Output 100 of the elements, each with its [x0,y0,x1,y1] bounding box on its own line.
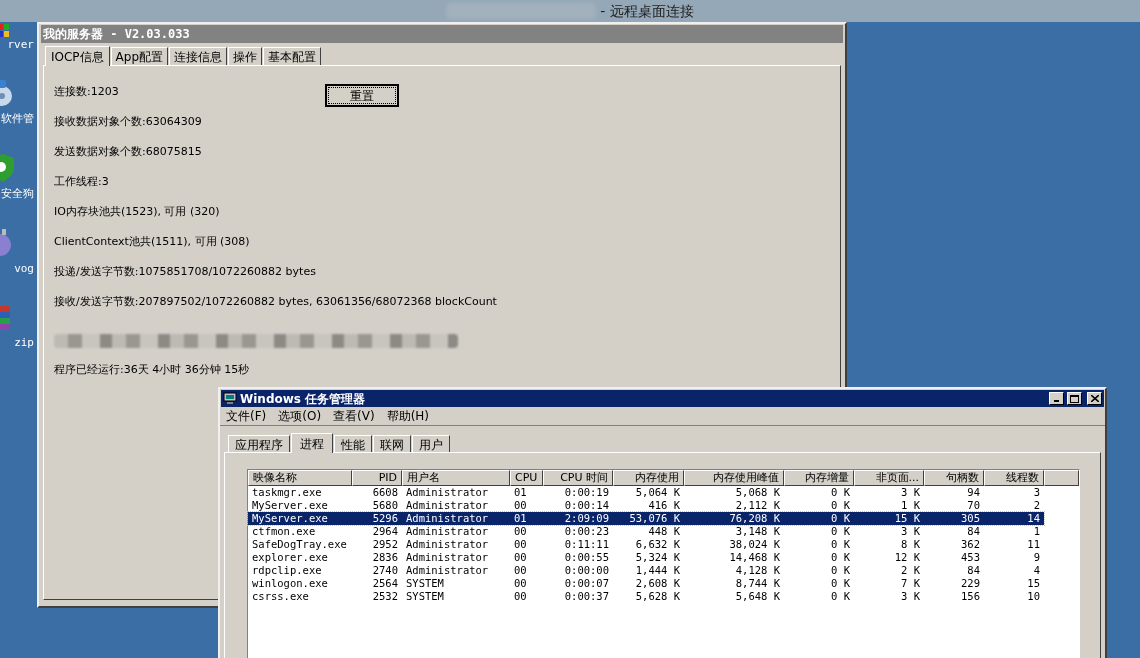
icon-label: rver [7,38,34,51]
minimize-button[interactable] [1049,392,1064,405]
table-cell-text: MyServer.exe [251,499,329,512]
stat-text: 投递/发送字节数:1075851708/1072260882 bytes [54,264,316,280]
column-header[interactable]: 内存使用峰值 [684,470,784,486]
table-cell-text: 2740 [371,564,399,577]
column-header[interactable]: PID [352,470,402,486]
table-cell-text: 0 K [830,525,851,538]
table-cell-text: 156 [960,590,981,603]
stat-text: ClientContext池共(1511), 可用 (308) [54,234,250,250]
tab[interactable]: IOCP信息 [45,46,110,66]
table-cell-text: rdpclip.exe [251,564,323,577]
table-cell-text: 84 [966,564,981,577]
table-cell-text: 2532 [371,590,399,603]
process-row[interactable]: MyServer.exe 5296 Administrator 01 2:09:09 53,076 K 76,208 K 0 K 15 K 305 14 [248,512,1044,525]
table-cell-text: Administrator [405,486,490,499]
table-cell-text: 0 K [830,590,851,603]
menu-item[interactable]: 选项(O) [276,407,324,425]
table-cell-text: 5,068 K [734,486,781,499]
stat-text: 发送数据对象个数:68075815 [54,144,202,160]
reset-button[interactable]: 重置 [325,84,399,107]
table-cell-text: 5,648 K [734,590,781,603]
tab[interactable]: 应用程序 [228,435,290,452]
process-row[interactable]: rdpclip.exe 2740 Administrator 00 0:00:00 1,444 K 4,128 K 0 K 2 K 84 4 [248,564,1044,577]
table-cell-text: 0 K [830,577,851,590]
column-header[interactable]: CPU [510,470,543,486]
process-row[interactable]: MyServer.exe 5680 Administrator 00 0:00:14 416 K 2,112 K 0 K 1 K 70 2 [248,499,1044,512]
table-cell-text: 1 K [900,499,921,512]
table-cell-text: 3 K [900,486,921,499]
table-cell-text: SafeDogTray.exe [251,538,348,551]
maximize-button[interactable] [1067,392,1082,405]
column-header[interactable]: 内存增量 [784,470,854,486]
table-cell-text: 416 K [647,499,681,512]
table-cell-text: 2 [1032,499,1041,512]
table-cell-text: 10 [1026,590,1041,603]
table-cell-text: 0 K [830,512,851,525]
table-cell-text: ctfmon.exe [251,525,317,538]
window-title: 我的服务器 - V2.03.033 [43,26,190,43]
icon-label: 软件管 [1,112,34,125]
table-cell-text: 00 [513,590,528,603]
stat-text: 接收/发送字节数:207897502/1072260882 bytes, 63061356/68072368 blockCount [54,294,497,310]
table-cell-text: Administrator [405,499,490,512]
column-header[interactable]: 线程数 [984,470,1044,486]
menu-item[interactable]: 查看(V) [331,407,377,425]
app-icon [0,24,10,38]
table-cell-text: 2:09:09 [563,512,610,525]
table-cell-text: 3 K [900,525,921,538]
table-cell-text: 2 K [900,564,921,577]
table-cell-text: 0:00:07 [563,577,610,590]
table-cell-text: 448 K [647,525,681,538]
table-cell-text: 00 [513,551,528,564]
table-cell-text: 5,628 K [634,590,681,603]
process-row[interactable]: taskmgr.exe 6608 Administrator 01 0:00:19 5,064 K 5,068 K 0 K 3 K 94 3 [248,486,1044,499]
tab[interactable]: 连接信息 [169,47,228,65]
tab[interactable]: 联网 [373,435,411,452]
table-cell-text: csrss.exe [251,590,310,603]
table-cell-text: Administrator [405,564,490,577]
table-cell-text: 0:11:11 [563,538,610,551]
column-header[interactable]: 内存使用 [613,470,684,486]
tab[interactable]: 进程 [291,433,333,453]
process-row[interactable]: explorer.exe 2836 Administrator 00 0:00:55 5,324 K 14,468 K 0 K 12 K 453 9 [248,551,1044,564]
tab[interactable]: 用户 [412,435,450,452]
table-cell-text: 0 K [830,551,851,564]
column-header[interactable]: 句柄数 [924,470,984,486]
menu-item[interactable]: 文件(F) [224,407,269,425]
table-cell-text: 0:00:37 [563,590,610,603]
column-header[interactable]: 映像名称 [248,470,352,486]
table-cell-text: 453 [960,551,981,564]
process-row[interactable]: csrss.exe 2532 SYSTEM 00 0:00:37 5,628 K 5,648 K 0 K 3 K 156 10 [248,590,1044,603]
icon-label: vog [14,262,34,275]
column-header[interactable]: 用户名 [402,470,510,486]
icon-label: zip [14,336,34,349]
tab[interactable]: 性能 [334,435,372,452]
table-cell-text: 76,208 K [728,512,781,525]
table-cell-text: 5296 [371,512,399,525]
table-cell-text: 0 K [830,486,851,499]
disc-icon [0,80,14,108]
process-row[interactable]: ctfmon.exe 2964 Administrator 00 0:00:23 448 K 3,148 K 0 K 3 K 84 1 [248,525,1044,538]
table-cell-text: 2,112 K [734,499,781,512]
table-cell-text: 6608 [371,486,399,499]
table-cell-text: 4 [1032,564,1041,577]
column-header[interactable]: CPU 时间 [543,470,613,486]
menu-item[interactable]: 帮助(H) [384,407,432,425]
column-header[interactable]: 非页面... [854,470,924,486]
process-row[interactable]: winlogon.exe 2564 SYSTEM 00 0:00:07 2,608 K 8,744 K 0 K 7 K 229 15 [248,577,1044,590]
close-button[interactable] [1087,392,1102,405]
tab[interactable]: 基本配置 [263,47,322,65]
tab[interactable]: 操作 [228,47,263,65]
process-row[interactable]: SafeDogTray.exe 2952 Administrator 00 0:11:11 6,632 K 38,024 K 0 K 8 K 362 11 [248,538,1044,551]
table-cell-text: 1,444 K [634,564,681,577]
table-cell-text: 8,744 K [734,577,781,590]
close-icon [1090,395,1099,402]
table-cell-text: 5,064 K [634,486,681,499]
table-cell-text: 0 K [830,538,851,551]
table-cell-text: Administrator [405,538,490,551]
table-cell-text: 01 [513,512,528,525]
table-cell-text: 2964 [371,525,399,538]
table-cell-text: 15 K [893,512,921,525]
table-cell-text: explorer.exe [251,551,329,564]
tab[interactable]: App配置 [110,47,169,65]
